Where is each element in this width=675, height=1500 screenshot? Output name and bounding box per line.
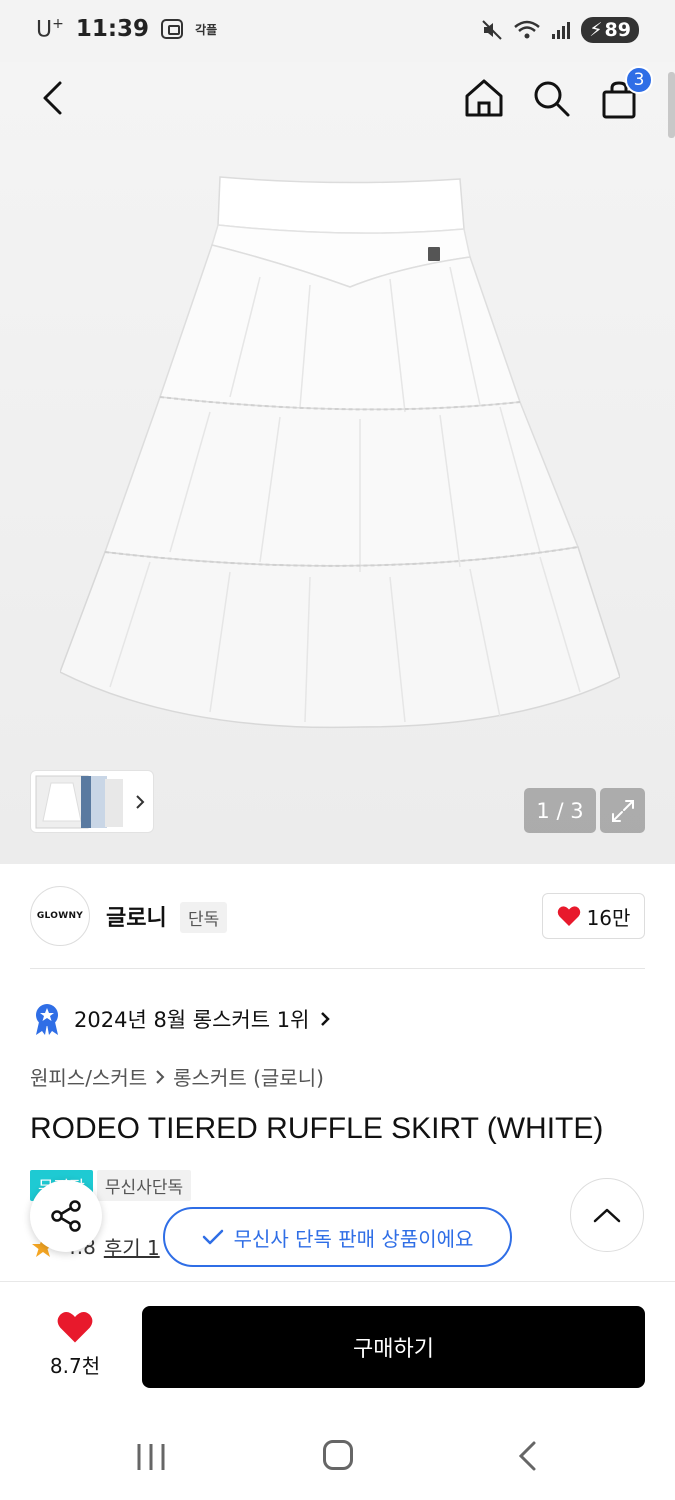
share-icon (51, 1200, 81, 1232)
badge-exclusive: 무신사단독 (96, 1170, 192, 1201)
breadcrumb-subcategory[interactable]: 롱스커트 (글로니) (173, 1062, 324, 1091)
exclusive-tag: 단독 (180, 902, 228, 933)
chevron-right-icon (321, 1012, 331, 1026)
charging-icon: ⚡ (589, 19, 603, 41)
system-nav-bar (0, 1412, 675, 1500)
chevron-right-icon (156, 1069, 165, 1084)
share-button[interactable] (30, 1180, 102, 1252)
product-title: RODEO TIERED RUFFLE SKIRT (WHITE) (30, 1112, 604, 1145)
home-button[interactable] (460, 74, 508, 122)
product-gallery[interactable]: 3 1 / 3 (0, 62, 675, 864)
scrollbar[interactable] (668, 72, 675, 138)
brand-row: GLOWNY 글로니 단독 16만 (30, 886, 645, 946)
ranking-link[interactable]: 2024년 8월 롱스커트 1위 (30, 1000, 331, 1038)
breadcrumb: 원피스/스커트 롱스커트 (글로니) (30, 1062, 324, 1091)
chevron-left-icon (43, 81, 62, 115)
home-icon (465, 79, 503, 117)
reviews-link[interactable]: 후기 1 (104, 1232, 160, 1261)
product-image (60, 176, 620, 729)
brand-logo[interactable]: GLOWNY (30, 886, 90, 946)
back-nav-icon[interactable] (516, 1440, 538, 1472)
chevron-up-icon (593, 1208, 621, 1223)
clock: 11:39 (75, 16, 150, 43)
battery-indicator: ⚡ 89 (581, 17, 639, 43)
wishlist-count: 8.7천 (49, 1354, 101, 1378)
buy-button[interactable]: 구매하기 (142, 1306, 645, 1388)
ranking-text: 2024년 8월 롱스커트 1위 (74, 1008, 310, 1032)
cart-button[interactable]: 3 (595, 66, 653, 124)
home-nav-icon[interactable] (323, 1440, 353, 1470)
breadcrumb-category[interactable]: 원피스/스커트 (30, 1062, 147, 1091)
divider (30, 968, 645, 969)
ranking-medal-icon (36, 1004, 58, 1035)
cart-count-badge: 3 (625, 66, 653, 94)
checkmark-icon (202, 1229, 223, 1245)
app-notification-label: 각플 (195, 22, 218, 37)
thumbnail-strip[interactable] (30, 770, 154, 833)
wishlist-button[interactable]: 8.7천 (30, 1310, 120, 1379)
image-counter: 1 / 3 (524, 788, 596, 833)
expand-icon (611, 799, 634, 822)
brand-like-count: 16만 (586, 905, 631, 930)
brand-like-button[interactable]: 16만 (542, 893, 645, 939)
back-button[interactable] (28, 74, 76, 122)
status-bar: U+ 11:39 각플 ⚡ 89 (0, 0, 675, 62)
chevron-right-icon (136, 795, 145, 809)
expand-button[interactable] (600, 788, 645, 833)
heart-icon (57, 1312, 93, 1343)
carrier-label: U+ (36, 16, 64, 43)
signal-icon (552, 22, 571, 39)
screenshot-icon (161, 19, 184, 40)
purchase-bar: 8.7천 구매하기 (0, 1281, 675, 1411)
brand-name[interactable]: 글로니 (106, 900, 167, 932)
exclusive-toast: 무신사 단독 판매 상품이에요 (163, 1207, 512, 1267)
toast-text: 무신사 단독 판매 상품이에요 (233, 1226, 474, 1251)
search-button[interactable] (527, 74, 575, 122)
scroll-to-top-button[interactable] (570, 1178, 644, 1252)
heart-icon (557, 906, 580, 926)
wifi-icon (514, 20, 541, 39)
mute-icon (482, 20, 502, 40)
search-icon (534, 81, 570, 117)
recent-apps-icon[interactable] (136, 1442, 166, 1472)
